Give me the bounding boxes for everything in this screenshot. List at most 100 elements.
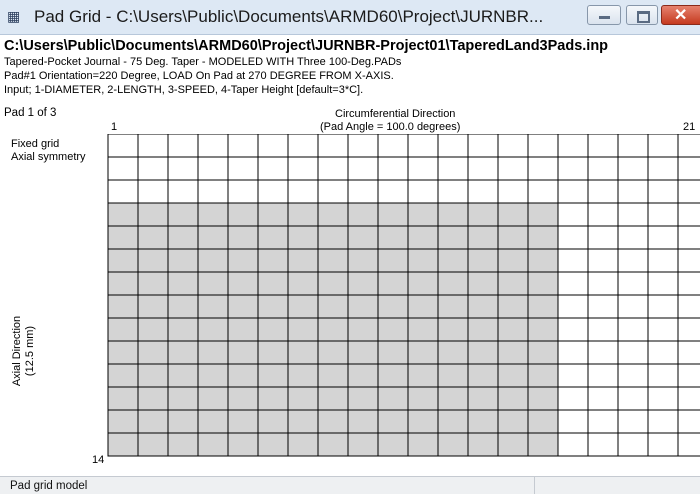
land-grid-cell[interactable] — [647, 134, 679, 158]
land-grid-cell[interactable] — [527, 179, 559, 204]
tapered-grid-cell[interactable] — [437, 271, 469, 296]
tapered-grid-cell[interactable] — [227, 225, 259, 250]
tapered-grid-cell[interactable] — [287, 386, 319, 411]
tapered-grid-cell[interactable] — [227, 202, 259, 227]
tapered-grid-cell[interactable] — [377, 386, 409, 411]
tapered-grid-cell[interactable] — [137, 225, 169, 250]
tapered-grid-cell[interactable] — [437, 409, 469, 434]
land-grid-cell[interactable] — [197, 156, 229, 181]
land-grid-cell[interactable] — [647, 363, 679, 388]
land-grid-cell[interactable] — [647, 225, 679, 250]
maximize-button[interactable] — [626, 5, 658, 25]
land-grid-cell[interactable] — [587, 294, 619, 319]
tapered-grid-cell[interactable] — [467, 432, 499, 457]
tapered-grid-cell[interactable] — [407, 271, 439, 296]
tapered-grid-cell[interactable] — [317, 202, 349, 227]
tapered-grid-cell[interactable] — [437, 225, 469, 250]
tapered-grid-cell[interactable] — [407, 340, 439, 365]
land-grid-cell[interactable] — [617, 179, 649, 204]
land-grid-cell[interactable] — [617, 317, 649, 342]
tapered-grid-cell[interactable] — [257, 432, 289, 457]
land-grid-cell[interactable] — [677, 340, 700, 365]
tapered-grid-cell[interactable] — [257, 294, 289, 319]
tapered-grid-cell[interactable] — [167, 294, 199, 319]
tapered-grid-cell[interactable] — [107, 248, 139, 273]
land-grid-cell[interactable] — [587, 386, 619, 411]
tapered-grid-cell[interactable] — [167, 271, 199, 296]
land-grid-cell[interactable] — [347, 179, 379, 204]
tapered-grid-cell[interactable] — [497, 432, 529, 457]
land-grid-cell[interactable] — [557, 294, 589, 319]
tapered-grid-cell[interactable] — [107, 317, 139, 342]
tapered-grid-cell[interactable] — [497, 248, 529, 273]
minimize-button[interactable] — [587, 5, 621, 25]
tapered-grid-cell[interactable] — [197, 363, 229, 388]
tapered-grid-cell[interactable] — [407, 386, 439, 411]
tapered-grid-cell[interactable] — [407, 248, 439, 273]
land-grid-cell[interactable] — [647, 179, 679, 204]
tapered-grid-cell[interactable] — [257, 202, 289, 227]
land-grid-cell[interactable] — [587, 202, 619, 227]
land-grid-cell[interactable] — [557, 156, 589, 181]
tapered-grid-cell[interactable] — [287, 432, 319, 457]
tapered-grid-cell[interactable] — [497, 363, 529, 388]
land-grid-cell[interactable] — [617, 271, 649, 296]
tapered-grid-cell[interactable] — [377, 294, 409, 319]
land-grid-cell[interactable] — [587, 248, 619, 273]
tapered-grid-cell[interactable] — [227, 409, 259, 434]
tapered-grid-cell[interactable] — [467, 363, 499, 388]
pad-grid[interactable] — [107, 134, 700, 471]
tapered-grid-cell[interactable] — [377, 317, 409, 342]
land-grid-cell[interactable] — [257, 156, 289, 181]
tapered-grid-cell[interactable] — [257, 386, 289, 411]
land-grid-cell[interactable] — [407, 156, 439, 181]
tapered-grid-cell[interactable] — [107, 340, 139, 365]
land-grid-cell[interactable] — [587, 271, 619, 296]
land-grid-cell[interactable] — [617, 340, 649, 365]
land-grid-cell[interactable] — [557, 271, 589, 296]
tapered-grid-cell[interactable] — [407, 202, 439, 227]
tapered-grid-cell[interactable] — [287, 409, 319, 434]
tapered-grid-cell[interactable] — [527, 363, 559, 388]
land-grid-cell[interactable] — [677, 386, 700, 411]
land-grid-cell[interactable] — [197, 134, 229, 158]
land-grid-cell[interactable] — [647, 340, 679, 365]
tapered-grid-cell[interactable] — [377, 409, 409, 434]
tapered-grid-cell[interactable] — [467, 409, 499, 434]
tapered-grid-cell[interactable] — [347, 248, 379, 273]
tapered-grid-cell[interactable] — [227, 294, 259, 319]
tapered-grid-cell[interactable] — [167, 317, 199, 342]
land-grid-cell[interactable] — [647, 294, 679, 319]
tapered-grid-cell[interactable] — [347, 363, 379, 388]
land-grid-cell[interactable] — [497, 179, 529, 204]
land-grid-cell[interactable] — [467, 179, 499, 204]
land-grid-cell[interactable] — [167, 134, 199, 158]
tapered-grid-cell[interactable] — [257, 317, 289, 342]
tapered-grid-cell[interactable] — [347, 340, 379, 365]
land-grid-cell[interactable] — [407, 179, 439, 204]
tapered-grid-cell[interactable] — [527, 248, 559, 273]
land-grid-cell[interactable] — [677, 134, 700, 158]
tapered-grid-cell[interactable] — [137, 409, 169, 434]
land-grid-cell[interactable] — [677, 294, 700, 319]
tapered-grid-cell[interactable] — [437, 432, 469, 457]
tapered-grid-cell[interactable] — [167, 225, 199, 250]
tapered-grid-cell[interactable] — [227, 363, 259, 388]
land-grid-cell[interactable] — [197, 179, 229, 204]
land-grid-cell[interactable] — [227, 179, 259, 204]
tapered-grid-cell[interactable] — [287, 294, 319, 319]
tapered-grid-cell[interactable] — [317, 409, 349, 434]
tapered-grid-cell[interactable] — [317, 248, 349, 273]
tapered-grid-cell[interactable] — [197, 386, 229, 411]
land-grid-cell[interactable] — [647, 248, 679, 273]
tapered-grid-cell[interactable] — [407, 294, 439, 319]
tapered-grid-cell[interactable] — [527, 432, 559, 457]
land-grid-cell[interactable] — [227, 134, 259, 158]
land-grid-cell[interactable] — [587, 225, 619, 250]
land-grid-cell[interactable] — [317, 156, 349, 181]
land-grid-cell[interactable] — [557, 225, 589, 250]
land-grid-cell[interactable] — [107, 179, 139, 204]
tapered-grid-cell[interactable] — [167, 340, 199, 365]
land-grid-cell[interactable] — [527, 156, 559, 181]
land-grid-cell[interactable] — [407, 134, 439, 158]
